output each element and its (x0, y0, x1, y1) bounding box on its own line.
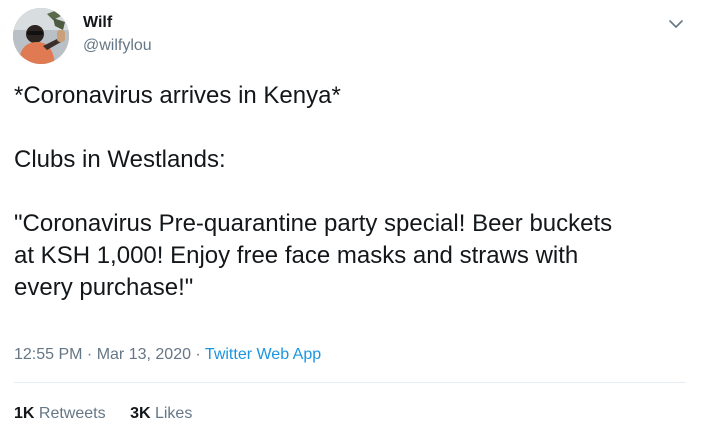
avatar-image (13, 8, 69, 64)
tweet-text: *Coronavirus arrives in Kenya* Clubs in … (14, 80, 694, 304)
tweet-paragraph: *Coronavirus arrives in Kenya* (14, 82, 341, 109)
avatar[interactable] (13, 8, 69, 64)
tweet-header: Wilf @wilfylou (0, 0, 701, 70)
likes-count: 3K (130, 405, 151, 422)
tweet-menu-button[interactable] (662, 10, 690, 38)
tweet-paragraph: Clubs in Westlands: (14, 146, 226, 173)
meta-separator: · (190, 346, 205, 363)
tweet-paragraph: "Coronavirus Pre-quarantine party specia… (14, 210, 613, 301)
tweet-meta: 12:55 PM · Mar 13, 2020 · Twitter Web Ap… (14, 345, 321, 365)
chevron-down-icon (669, 19, 683, 28)
tweet-time[interactable]: 12:55 PM (14, 346, 82, 363)
tweet-stats: 1K Retweets 3K Likes (14, 404, 212, 424)
tweet-date[interactable]: Mar 13, 2020 (97, 346, 191, 363)
retweets-label: Retweets (38, 405, 106, 422)
meta-separator: · (82, 346, 97, 363)
tweet-source-link[interactable]: Twitter Web App (205, 346, 321, 363)
author-handle[interactable]: @wilfylou (83, 36, 152, 56)
divider (14, 382, 686, 383)
author-name[interactable]: Wilf (83, 13, 112, 33)
retweets-count: 1K (14, 405, 35, 422)
retweets-stat[interactable]: 1K Retweets (14, 404, 106, 424)
likes-stat[interactable]: 3K Likes (130, 404, 192, 424)
likes-label: Likes (154, 405, 193, 422)
